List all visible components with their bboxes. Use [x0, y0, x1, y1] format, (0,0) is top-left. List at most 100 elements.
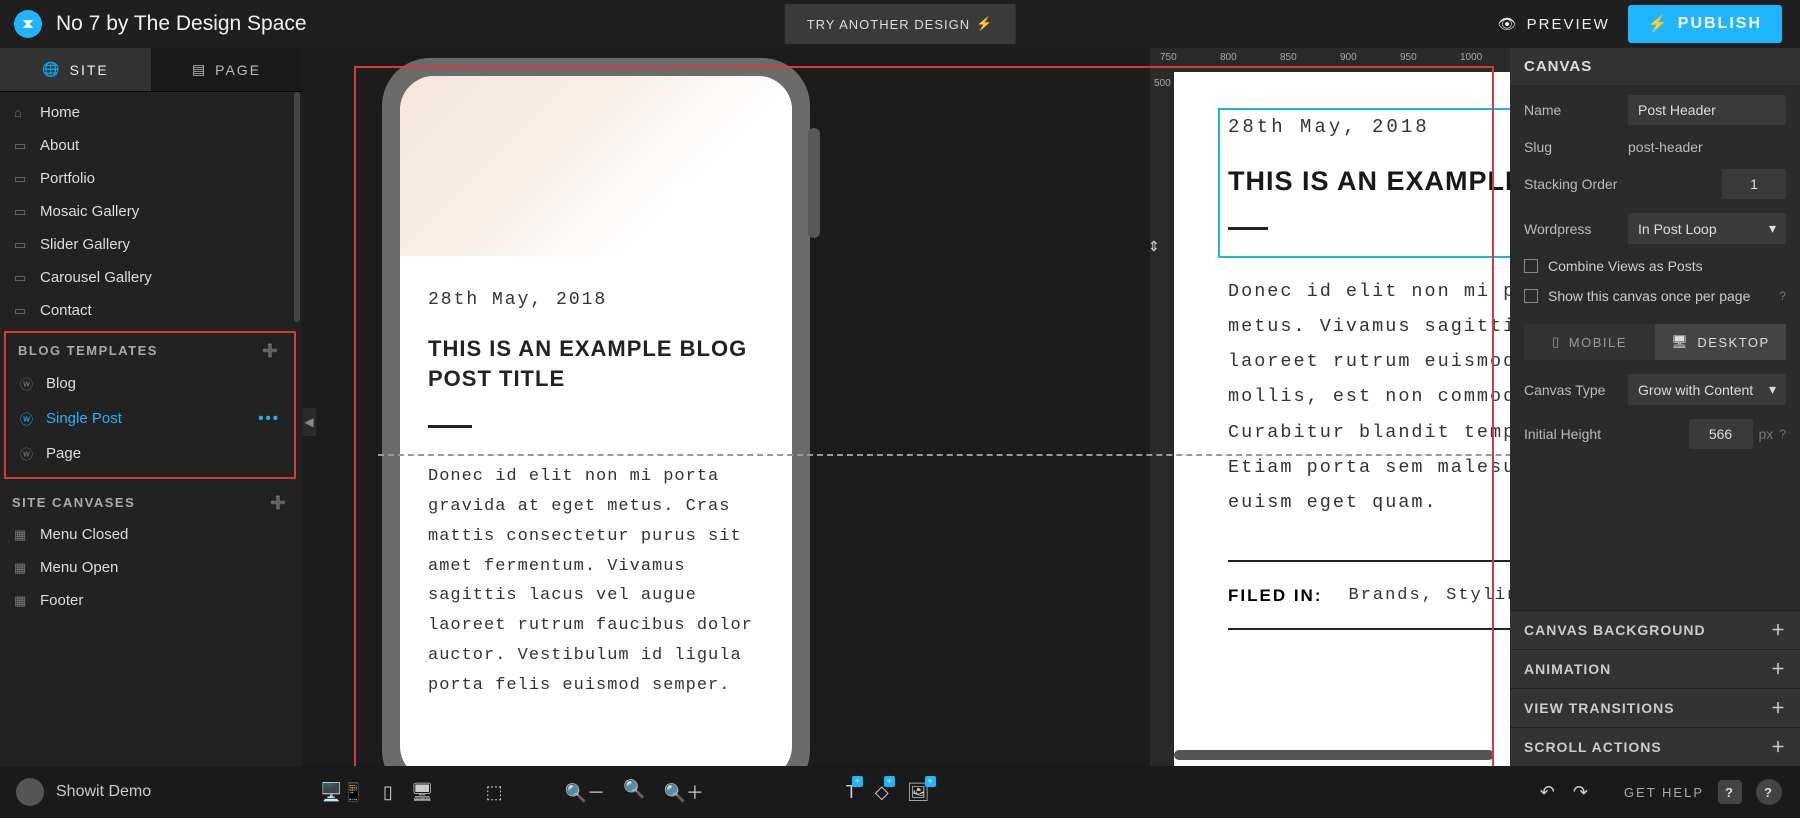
- canvas-type-select[interactable]: Grow with Content ▾: [1628, 374, 1786, 405]
- plus-icon: ＋: [1771, 659, 1786, 679]
- sidebar-item-home[interactable]: ⌂Home: [0, 96, 302, 129]
- sidebar-item-label: Carousel Gallery: [40, 269, 152, 286]
- combine-views-checkbox-row[interactable]: Combine Views as Posts: [1524, 258, 1786, 274]
- add-text-button[interactable]: T+: [846, 782, 857, 803]
- try-another-design-button[interactable]: TRY ANOTHER DESIGN ⚡: [785, 4, 1016, 44]
- page-icon: ▭: [14, 171, 30, 187]
- sidebar-item-contact[interactable]: ▭ Contact: [0, 294, 302, 327]
- page-icon: ▭: [14, 303, 30, 319]
- vertical-resize-handle-icon[interactable]: ⇕: [1148, 238, 1160, 255]
- wordpress-icon: ⓦ: [20, 409, 36, 428]
- editor-canvas[interactable]: ◀ ▶ 750 800 850 900 950 1000 1050 1100 1…: [302, 48, 1510, 766]
- preview-button[interactable]: 👁 PREVIEW: [1498, 15, 1610, 33]
- mobile-view-button[interactable]: ▯: [383, 782, 393, 803]
- try-label: TRY ANOTHER DESIGN: [807, 17, 970, 32]
- device-tab-desktop[interactable]: 🖥 DESKTOP: [1655, 324, 1786, 360]
- hero-image-placeholder: [400, 76, 792, 256]
- help-icon[interactable]: ?: [1779, 289, 1786, 303]
- device-tab-mobile[interactable]: ▯ MOBILE: [1524, 324, 1655, 360]
- sidebar-item-carousel[interactable]: ▭ Carousel Gallery: [0, 261, 302, 294]
- user-account[interactable]: Showit Demo: [0, 778, 302, 806]
- initial-height-input[interactable]: [1689, 419, 1753, 449]
- sidebar-item-mosaic[interactable]: ▭Mosaic Gallery: [0, 195, 302, 228]
- canvas-icon: ▦: [14, 527, 30, 543]
- zoom-out-button[interactable]: 🔍－: [565, 779, 605, 805]
- desktop-horizontal-scrollbar[interactable]: [1174, 750, 1494, 760]
- inspector-header: CANVAS: [1510, 48, 1800, 85]
- section-label: SITE CANVASES: [12, 495, 135, 510]
- blog-template-page[interactable]: ⓦPage: [6, 436, 294, 471]
- add-shape-button[interactable]: ◇+: [875, 782, 889, 803]
- left-sidebar: 🌐 SITE ▤ PAGE ⌂Home ▭About ▭Portfolio ▭M…: [0, 48, 302, 766]
- bottom-bar: Showit Demo 🖥️📱 ▯ 🖥 ⬚ 🔍－ 🔍 🔍＋ T+ ◇+ 🖼+: [0, 766, 1800, 818]
- checkbox-icon[interactable]: [1524, 289, 1538, 303]
- post-body: Donec id elit non mi porta gravida at eg…: [1228, 274, 1510, 520]
- add-image-button[interactable]: 🖼+: [907, 782, 930, 803]
- accordion-canvas-background[interactable]: CANVAS BACKGROUND＋: [1510, 610, 1800, 649]
- lightning-icon: ⚡: [1648, 14, 1670, 34]
- filed-in-value: Brands, Styling, Photography: [1349, 586, 1511, 605]
- wordpress-icon: ⓦ: [20, 444, 36, 463]
- accordion-view-transitions[interactable]: VIEW TRANSITIONS＋: [1510, 688, 1800, 727]
- blog-template-blog[interactable]: ⓦBlog: [6, 366, 294, 401]
- collapse-left-panel-button[interactable]: ◀: [302, 408, 316, 436]
- stacking-order-input[interactable]: [1722, 169, 1786, 199]
- blog-template-single-post[interactable]: ⓦSingle Post•••: [6, 401, 294, 436]
- add-site-canvas-button[interactable]: ➕: [270, 495, 288, 511]
- canvas-guide-line: [378, 454, 1510, 456]
- desktop-icon: 🖥: [1671, 334, 1689, 350]
- more-dots-icon[interactable]: •••: [258, 410, 280, 427]
- tab-page-label: PAGE: [215, 62, 261, 78]
- add-blog-template-button[interactable]: ➕: [262, 343, 280, 359]
- sidebar-item-portfolio[interactable]: ▭Portfolio: [0, 162, 302, 195]
- brand-logo-icon: [14, 10, 42, 38]
- show-once-checkbox-row[interactable]: Show this canvas once per page ?: [1524, 288, 1786, 304]
- divider: [1228, 227, 1268, 230]
- canvas-footer[interactable]: ▦Footer: [0, 584, 302, 617]
- zoom-in-button[interactable]: 🔍＋: [663, 779, 703, 805]
- canvas-name-input[interactable]: [1628, 95, 1786, 125]
- wordpress-select[interactable]: In Post Loop ▾: [1628, 213, 1786, 244]
- select-value: In Post Loop: [1638, 221, 1717, 237]
- tab-label: MOBILE: [1569, 335, 1627, 350]
- responsive-devices-icon[interactable]: 🖥️📱: [320, 782, 365, 803]
- help-chat-button[interactable]: ?: [1756, 779, 1782, 805]
- canvas-menu-closed[interactable]: ▦Menu Closed: [0, 518, 302, 551]
- page-icon: ▭: [14, 270, 30, 286]
- mobile-scrollbar[interactable]: [808, 128, 820, 238]
- sidebar-item-slider[interactable]: ▭Slider Gallery: [0, 228, 302, 261]
- publish-button[interactable]: ⚡ PUBLISH: [1628, 5, 1782, 43]
- topbar: No 7 by The Design Space TRY ANOTHER DES…: [0, 0, 1800, 48]
- zoom-fit-button[interactable]: 🔍: [623, 779, 645, 805]
- page-icon: ▭: [14, 204, 30, 220]
- sidebar-item-label: Contact: [40, 302, 92, 319]
- help-docs-button[interactable]: ?: [1718, 780, 1742, 804]
- sidebar-item-label: Menu Open: [40, 559, 118, 576]
- sidebar-item-about[interactable]: ▭About: [0, 129, 302, 162]
- post-title: THIS IS AN EXAMPLE BLOG POST TITLE: [400, 310, 792, 393]
- tab-site-label: SITE: [70, 62, 109, 78]
- redo-button[interactable]: ↷: [1573, 782, 1588, 803]
- inspector-panel: CANVAS Name Slug post-header Stacking Or…: [1510, 48, 1800, 766]
- help-icon[interactable]: ?: [1779, 427, 1786, 441]
- tab-page[interactable]: ▤ PAGE: [151, 48, 302, 92]
- blog-templates-header: BLOG TEMPLATES ➕: [6, 333, 294, 366]
- preview-label: PREVIEW: [1527, 16, 1610, 33]
- stacking-order-label: Stacking Order: [1524, 176, 1617, 192]
- canvas-menu-open[interactable]: ▦Menu Open: [0, 551, 302, 584]
- site-title: No 7 by The Design Space: [56, 12, 307, 36]
- canvas-icon: ▦: [14, 593, 30, 609]
- desktop-view-button[interactable]: 🖥: [411, 782, 434, 803]
- checkbox-icon[interactable]: [1524, 259, 1538, 273]
- accordion-label: ANIMATION: [1524, 661, 1611, 677]
- undo-button[interactable]: ↶: [1540, 782, 1555, 803]
- filed-in-label: FILED IN:: [1228, 586, 1323, 606]
- bounding-box-toggle[interactable]: ⬚: [486, 782, 503, 803]
- accordion-label: CANVAS BACKGROUND: [1524, 622, 1706, 638]
- horizontal-rule: [1228, 560, 1510, 562]
- mobile-preview-frame: 28th May, 2018 THIS IS AN EXAMPLE BLOG P…: [382, 58, 810, 766]
- accordion-scroll-actions[interactable]: SCROLL ACTIONS＋: [1510, 727, 1800, 766]
- sidebar-item-label: Home: [40, 104, 80, 121]
- accordion-animation[interactable]: ANIMATION ＋: [1510, 649, 1800, 688]
- tab-site[interactable]: 🌐 SITE: [0, 48, 151, 92]
